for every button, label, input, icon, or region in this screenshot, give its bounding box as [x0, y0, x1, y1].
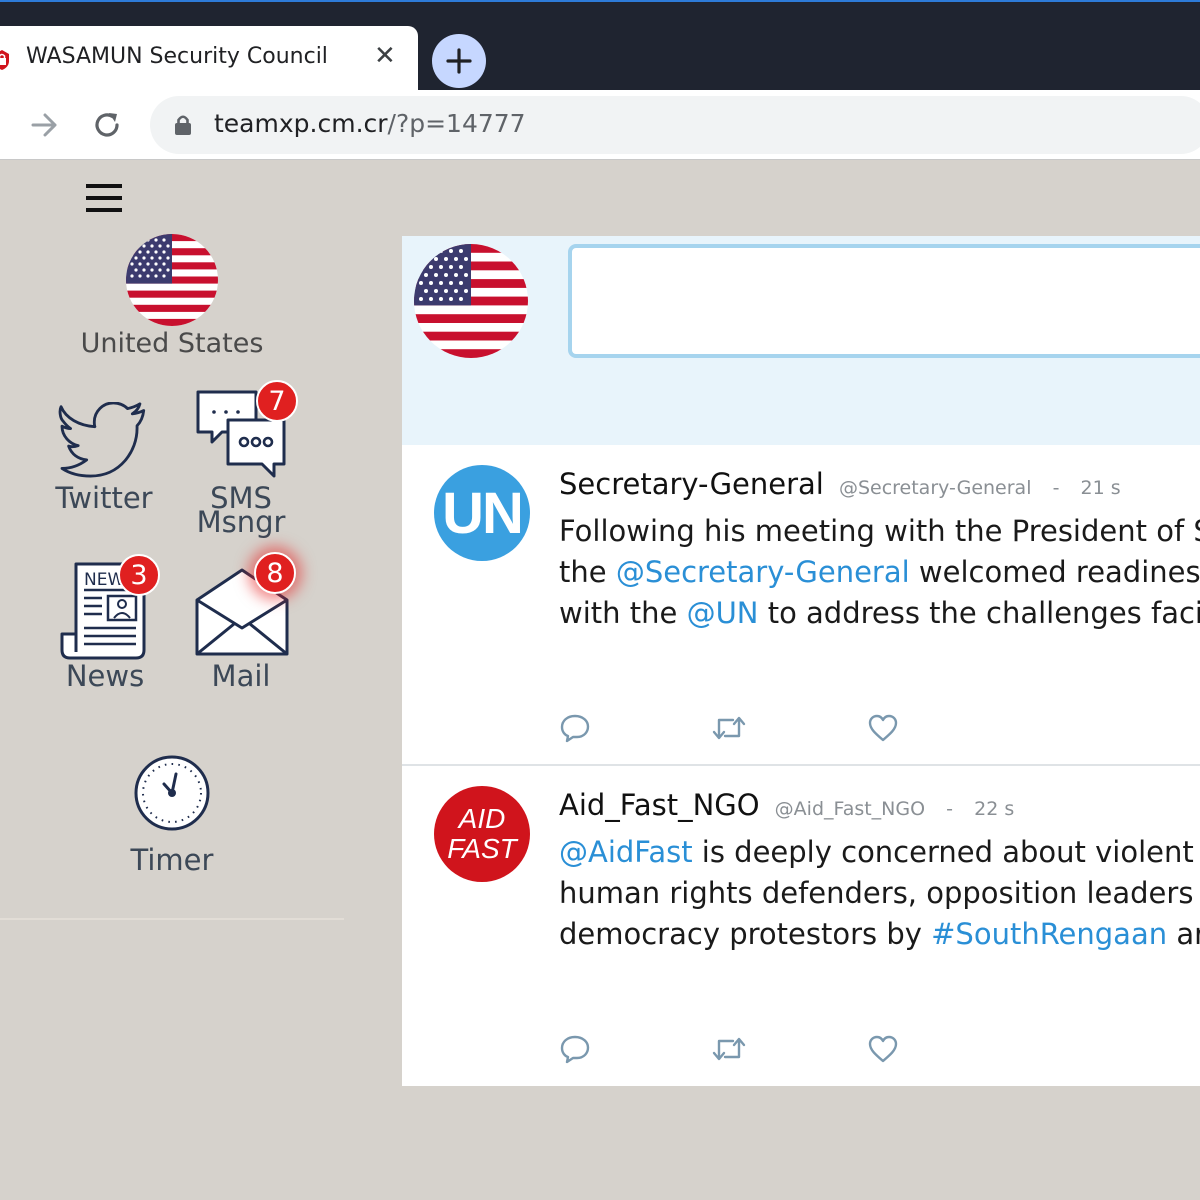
tweet-header: Secretary-General @Secretary-General - 2…: [559, 467, 1121, 501]
tweet-author-name[interactable]: Aid_Fast_NGO: [559, 788, 760, 822]
browser-toolbar: teamxp.cm.cr/?p=14777: [0, 90, 1200, 160]
mail-unread-badge: 8: [254, 552, 296, 594]
tweet-line: human rights defenders, opposition leade…: [559, 873, 1200, 914]
un-avatar-text: UN: [442, 480, 524, 546]
url-path: /?p=14777: [387, 109, 526, 138]
twitter-app-button[interactable]: Twitter: [40, 398, 168, 522]
tweet-body: @AidFast is deeply concerned about viole…: [559, 832, 1200, 955]
clock-timer-icon: [134, 755, 210, 831]
tweet-line: the @Secretary-General welcomed readines…: [559, 552, 1200, 593]
reload-icon[interactable]: [92, 110, 122, 140]
mention-link[interactable]: @AidFast: [559, 835, 693, 869]
sidebar-divider: [0, 918, 344, 920]
url-text: teamxp.cm.cr/?p=14777: [214, 109, 526, 138]
sms-messenger-app-button[interactable]: 7 SMS Msngr: [182, 380, 300, 556]
country-name: United States: [80, 328, 264, 359]
browser-tab-strip: WASAMUN Security Council ✕: [0, 0, 1200, 92]
tweet-author-name[interactable]: Secretary-General: [559, 467, 824, 501]
tweet-timestamp: 22 s: [974, 798, 1015, 820]
sms-unread-badge: 7: [256, 380, 298, 422]
sms-label: SMS Msngr: [182, 480, 300, 540]
tweet-handle: @Aid_Fast_NGO: [774, 798, 926, 820]
hamburger-menu-icon[interactable]: [86, 184, 122, 212]
tweet-timestamp: 21 s: [1080, 477, 1121, 499]
tweet-meta-separator: -: [946, 798, 954, 820]
timer-app-button[interactable]: Timer: [112, 754, 232, 884]
tweet-avatar-aidfast[interactable]: AID FAST: [434, 786, 530, 882]
tweet-meta-separator: -: [1052, 477, 1060, 499]
site-favicon-icon: [0, 50, 9, 70]
tweet-handle: @Secretary-General: [838, 477, 1032, 499]
tweet-line: with the @UN to address the challenges f…: [559, 593, 1200, 634]
mention-link[interactable]: @UN: [687, 596, 759, 630]
tweet-compose-input[interactable]: [568, 244, 1200, 358]
hashtag-link[interactable]: #SouthRengaan: [931, 917, 1167, 951]
address-bar[interactable]: teamxp.cm.cr/?p=14777: [150, 96, 1200, 154]
new-tab-button[interactable]: [432, 34, 486, 88]
lock-icon[interactable]: [174, 114, 192, 136]
tweet-text: the: [559, 555, 616, 589]
forward-arrow-icon[interactable]: [30, 112, 60, 138]
news-label: News: [65, 659, 145, 693]
tweet-text: to address the challenges facin: [758, 596, 1200, 630]
tweet-line: @AidFast is deeply concerned about viole…: [559, 832, 1200, 873]
mail-app-button[interactable]: 8 Mail: [186, 552, 296, 698]
browser-tab[interactable]: WASAMUN Security Council ✕: [0, 26, 418, 92]
retweet-icon[interactable]: [711, 713, 747, 743]
timer-label: Timer: [130, 843, 214, 877]
reply-icon[interactable]: [559, 1034, 591, 1064]
tweet-text: with the: [559, 596, 687, 630]
tweet-card: UN Secretary-General @Secretary-General …: [402, 445, 1200, 765]
composer-us-flag-avatar: [414, 244, 528, 358]
tweet-line: Following his meeting with the President…: [559, 511, 1200, 552]
sms-label-line2: Msngr: [196, 505, 286, 539]
tweet-line: democracy protestors by #SouthRengaan ar…: [559, 914, 1200, 955]
tweet-text: arm: [1176, 917, 1200, 951]
tweet-header: Aid_Fast_NGO @Aid_Fast_NGO - 22 s: [559, 788, 1014, 822]
mention-link[interactable]: @Secretary-General: [616, 555, 910, 589]
new-tab-plus-icon: [446, 48, 472, 74]
mail-label: Mail: [211, 659, 271, 693]
tweet-text: welcomed readiness: [909, 555, 1200, 589]
like-heart-icon[interactable]: [867, 1034, 899, 1064]
tweet-avatar-un[interactable]: UN: [434, 465, 530, 561]
tweet-text: human rights defenders, opposition leade…: [559, 876, 1200, 910]
news-app-button[interactable]: NEW 3 News: [50, 554, 160, 700]
tab-close-icon[interactable]: ✕: [374, 43, 396, 69]
tweet-card: AID FAST Aid_Fast_NGO @Aid_Fast_NGO - 22…: [402, 766, 1200, 1086]
news-unread-badge: 3: [118, 554, 160, 596]
tweet-text: Following his meeting with the President…: [559, 514, 1200, 548]
tweet-text: is deeply concerned about violent c: [692, 835, 1200, 869]
tweet-body: Following his meeting with the President…: [559, 511, 1200, 634]
tweet-text: democracy protestors by: [559, 917, 932, 951]
twitter-label: Twitter: [55, 481, 153, 515]
twitter-bird-icon: [58, 402, 146, 478]
aidfast-avatar-line2: FAST: [447, 833, 517, 864]
url-host: teamxp.cm.cr: [214, 109, 388, 138]
retweet-icon[interactable]: [711, 1034, 747, 1064]
tab-title: WASAMUN Security Council: [26, 44, 328, 69]
tweet-composer: [402, 236, 1200, 445]
like-heart-icon[interactable]: [867, 713, 899, 743]
aidfast-avatar-line1: AID: [458, 803, 506, 834]
us-flag-avatar: [126, 234, 218, 326]
reply-icon[interactable]: [559, 713, 591, 743]
